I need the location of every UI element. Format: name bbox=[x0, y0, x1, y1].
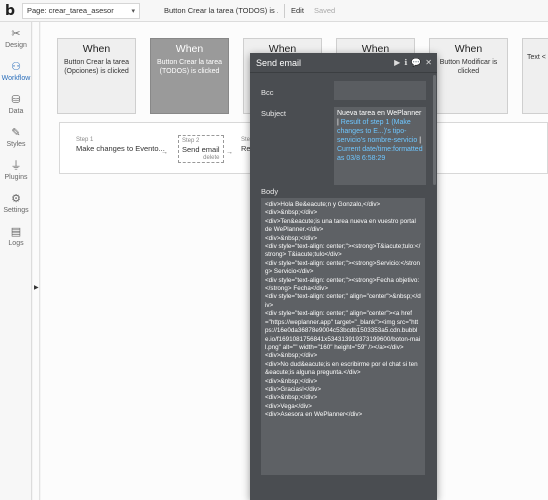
body-line: <div>Asesora en WePlanner</div> bbox=[265, 411, 363, 419]
step-title: Send email bbox=[182, 145, 220, 154]
event-description: Button Modificar is clicked bbox=[439, 59, 498, 75]
step-2[interactable]: Step 2 Send email delete bbox=[178, 135, 224, 163]
event-selector-label: Button Crear la tarea (TODOS) is ... bbox=[164, 6, 278, 15]
body-line: <div style="text-align: center;" align="… bbox=[265, 293, 421, 309]
chevron-down-icon: ▾ bbox=[131, 7, 135, 15]
styles-icon: ✎ bbox=[11, 126, 21, 139]
body-line: <div>&nbsp;</div> bbox=[265, 234, 318, 242]
body-line: <div>&nbsp;</div> bbox=[265, 394, 318, 402]
arrow-right-icon: → bbox=[226, 149, 233, 156]
sidebar-item-data[interactable]: ⛁ Data bbox=[0, 88, 32, 121]
subject-dynamic-expression[interactable]: Result of step 1 (Make changes to E...)'… bbox=[337, 119, 417, 144]
sidebar-item-label: Styles bbox=[6, 141, 26, 148]
body-line: <div>No dud&eacute;is en escribirme por … bbox=[265, 360, 418, 377]
subject-dynamic-date[interactable]: Current date/time:formatted as 03/8 6:58… bbox=[337, 146, 423, 162]
workflow-event-card-selected[interactable]: When Button Crear la tarea (TODOS) is cl… bbox=[150, 38, 229, 114]
body-field[interactable]: <div>Hola Be&eacute;n y Gonzalo,</div> <… bbox=[261, 198, 425, 475]
divider bbox=[284, 3, 285, 18]
body-line: <div>Vega</div> bbox=[265, 402, 312, 410]
workflow-event-card[interactable]: Text < bbox=[522, 38, 548, 114]
modal-header: Send email ▶ ℹ 💬 ✕ bbox=[250, 53, 437, 73]
step-title: Make changes to Evento... bbox=[76, 144, 165, 153]
sidebar-item-label: Workflow bbox=[1, 75, 31, 82]
body-label: Body bbox=[261, 187, 279, 196]
sidebar-item-label: Logs bbox=[8, 240, 24, 247]
saved-status: Saved bbox=[313, 6, 336, 15]
bcc-field[interactable] bbox=[334, 85, 426, 100]
sidebar-item-workflow[interactable]: ⚇ Workflow bbox=[0, 55, 32, 88]
top-bar: b Page: crear_tarea_asesor ▾ Button Crea… bbox=[0, 0, 548, 22]
body-line: <div style="text-align: center;"><strong… bbox=[265, 276, 420, 293]
modal-title: Send email bbox=[256, 57, 302, 68]
sidebar-item-label: Settings bbox=[3, 207, 29, 214]
plugins-icon: ⏚ bbox=[10, 159, 22, 172]
subject-label: Subject bbox=[261, 109, 287, 118]
page-selector[interactable]: Page: crear_tarea_asesor ▾ bbox=[22, 2, 140, 19]
sidebar-item-label: Design bbox=[5, 42, 27, 49]
sidebar-item-styles[interactable]: ✎ Styles bbox=[0, 121, 32, 154]
workflow-icon: ⚇ bbox=[11, 60, 21, 73]
body-line: <div style="text-align: center;" align="… bbox=[265, 310, 421, 351]
when-label: When bbox=[175, 43, 204, 55]
left-sidebar: ✂ Design ⚇ Workflow ⛁ Data ✎ Styles ⏚ Pl… bbox=[0, 22, 32, 500]
body-line: <div>&nbsp;</div> bbox=[265, 352, 318, 360]
body-line: <div style="text-align: center;"><strong… bbox=[265, 259, 420, 276]
expand-arrow-icon[interactable]: ▶ bbox=[34, 284, 39, 291]
step-1[interactable]: Step 1 Make changes to Evento... bbox=[76, 137, 165, 153]
play-icon[interactable]: ▶ bbox=[394, 58, 400, 67]
body-line: <div style="text-align: center;"><strong… bbox=[265, 243, 421, 259]
design-icon: ✂ bbox=[11, 27, 21, 40]
delete-step-link[interactable]: delete bbox=[182, 155, 219, 161]
sidebar-item-plugins[interactable]: ⏚ Plugins bbox=[0, 154, 32, 187]
step-number: Step 2 bbox=[182, 138, 200, 144]
arrow-right-icon: → bbox=[161, 149, 168, 156]
sidebar-item-label: Plugins bbox=[4, 174, 28, 181]
body-line: <div>&nbsp;</div> bbox=[265, 377, 318, 385]
event-description: Button Crear la tarea (Opciones) is clic… bbox=[64, 59, 129, 75]
workflow-event-card[interactable]: When Button Crear la tarea (Opciones) is… bbox=[57, 38, 136, 114]
when-label: When bbox=[82, 43, 111, 55]
close-icon[interactable]: ✕ bbox=[425, 58, 432, 67]
when-label: When bbox=[454, 43, 483, 55]
sidebar-item-settings[interactable]: ⚙ Settings bbox=[0, 187, 32, 220]
page-selector-label: Page: crear_tarea_asesor bbox=[27, 6, 114, 15]
event-description: Button Crear la tarea (TODOS) is clicked bbox=[157, 59, 222, 75]
info-icon[interactable]: ℹ bbox=[404, 58, 407, 67]
panel-collapse-strip[interactable]: ▶ bbox=[33, 22, 40, 500]
bcc-label: Bcc bbox=[261, 88, 274, 97]
workflow-event-card[interactable]: When Button Modificar is clicked bbox=[429, 38, 508, 114]
body-line: <div>Ten&eacute;is una tarea nueva en vu… bbox=[265, 217, 416, 234]
body-line: <div>Gracias!</div> bbox=[265, 385, 322, 393]
sidebar-item-design[interactable]: ✂ Design bbox=[0, 22, 32, 55]
edit-menu[interactable]: Edit bbox=[291, 6, 304, 15]
event-selector[interactable]: Button Crear la tarea (TODOS) is ... ▾ bbox=[162, 3, 278, 19]
modal-scrollbar[interactable] bbox=[433, 75, 436, 185]
subject-field[interactable]: Nueva tarea en WePlanner | Result of ste… bbox=[334, 107, 426, 185]
event-description: Text < bbox=[527, 54, 546, 61]
body-line: <div>&nbsp;</div> bbox=[265, 209, 318, 217]
bubble-logo[interactable]: b bbox=[0, 0, 20, 22]
body-line: <div>Hola Be&eacute;n y Gonzalo,</div> bbox=[265, 201, 381, 208]
sidebar-item-label: Data bbox=[8, 108, 24, 115]
data-icon: ⛁ bbox=[11, 93, 21, 106]
sidebar-item-logs[interactable]: ▤ Logs bbox=[0, 220, 32, 253]
subject-separator: | bbox=[417, 137, 422, 144]
step-number: Step 1 bbox=[76, 137, 94, 143]
settings-icon: ⚙ bbox=[11, 192, 21, 205]
send-email-modal: Send email ▶ ℹ 💬 ✕ Bcc Subject Nueva tar… bbox=[250, 53, 437, 500]
logs-icon: ▤ bbox=[10, 225, 22, 238]
comment-icon[interactable]: 💬 bbox=[411, 58, 421, 67]
